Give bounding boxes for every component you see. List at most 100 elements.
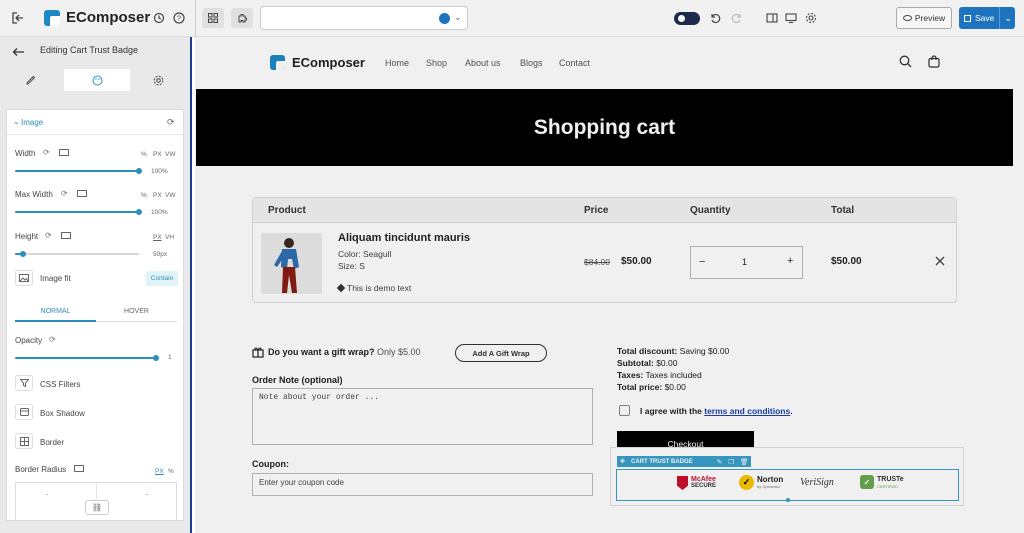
terms-checkbox[interactable] — [619, 405, 630, 416]
width-label: Width — [15, 149, 36, 158]
width-unit-px[interactable]: PX — [153, 151, 162, 158]
link-icon[interactable]: ⛓ — [85, 500, 109, 515]
layers-icon[interactable] — [765, 11, 779, 25]
section-title[interactable]: Image — [21, 118, 43, 127]
max-width-value: 100% — [151, 209, 168, 216]
desktop-icon[interactable] — [784, 11, 798, 25]
toggle-switch[interactable] — [674, 12, 700, 25]
width-device-icon[interactable] — [59, 149, 69, 156]
save-button[interactable]: Save ⌄ — [959, 7, 1015, 29]
opacity-slider[interactable] — [15, 357, 156, 359]
radius-top-right[interactable]: - — [146, 491, 148, 498]
element-toolbar: ✥ CART TRUST BADGE ✎ ❐ 🗑 — [617, 456, 752, 467]
border-radius-unit-px[interactable]: PX — [155, 468, 164, 475]
truste-check-icon: ✓ — [860, 475, 874, 489]
nav-blogs[interactable]: Blogs — [520, 58, 543, 68]
max-width-slider[interactable] — [15, 211, 139, 213]
site-brand[interactable]: EComposer — [292, 55, 365, 70]
max-width-unit-vw[interactable]: VW — [165, 192, 175, 199]
header-product: Product — [268, 205, 306, 216]
exit-icon[interactable] — [10, 10, 26, 26]
width-reset-icon[interactable]: ⟳ — [43, 148, 50, 157]
section-chevron-icon[interactable]: ⌄ — [13, 117, 20, 126]
resize-handle[interactable] — [786, 498, 790, 502]
move-handle-icon[interactable]: ✥ — [620, 458, 625, 465]
product-price: $50.00 — [621, 256, 652, 267]
redo-icon[interactable] — [730, 11, 744, 25]
max-width-slider-knob[interactable] — [136, 209, 142, 215]
add-gift-wrap-button[interactable]: Add A Gift Wrap — [455, 344, 547, 362]
width-slider-knob[interactable] — [136, 168, 142, 174]
border-radius-device-icon[interactable] — [74, 465, 84, 472]
taxes-label: Taxes: — [617, 370, 644, 380]
border-radius-unit-percent[interactable]: % — [168, 468, 174, 475]
height-value: 50px — [153, 251, 168, 258]
max-width-reset-icon[interactable]: ⟳ — [61, 189, 68, 198]
radius-top-left[interactable]: - — [46, 491, 48, 498]
product-name[interactable]: Aliquam tincidunt mauris — [338, 232, 470, 244]
help-icon[interactable]: ? — [172, 11, 186, 25]
app-name: EComposer — [66, 9, 151, 26]
edit-element-icon[interactable]: ✎ — [717, 458, 722, 466]
opacity-slider-knob[interactable] — [153, 355, 159, 361]
tab-hover[interactable]: HOVER — [96, 308, 177, 315]
height-unit-px[interactable]: PX — [153, 234, 162, 241]
max-width-device-icon[interactable] — [77, 190, 87, 197]
width-unit-vw[interactable]: VW — [165, 151, 175, 158]
opacity-reset-icon[interactable]: ⟳ — [49, 335, 56, 344]
height-device-icon[interactable] — [61, 232, 71, 239]
max-width-unit-px[interactable]: PX — [153, 192, 162, 199]
trust-badge-image[interactable]: McAfee SECURE ✓ Norton by Symantec VeriS… — [616, 469, 959, 502]
height-reset-icon[interactable]: ⟳ — [45, 231, 52, 240]
height-unit-vh[interactable]: VH — [165, 234, 174, 241]
search-icon[interactable] — [899, 55, 912, 70]
nav-home[interactable]: Home — [385, 58, 409, 68]
reset-icon[interactable]: ⟳ — [167, 117, 175, 128]
pencil-icon[interactable] — [22, 72, 38, 88]
quantity-value[interactable]: 1 — [742, 257, 747, 267]
header-total: Total — [831, 205, 855, 216]
quantity-decrease-button[interactable]: − — [699, 256, 705, 268]
quantity-increase-button[interactable]: + — [787, 255, 793, 267]
order-note-textarea[interactable]: Note about your order ... — [252, 388, 593, 445]
back-arrow-icon[interactable] — [10, 45, 26, 59]
page-status-icon — [439, 13, 450, 24]
height-slider-knob[interactable] — [20, 251, 26, 257]
terms-link[interactable]: terms and conditions — [704, 406, 790, 416]
box-shadow-option[interactable]: Box Shadow — [40, 409, 85, 418]
tab-normal[interactable]: NORMAL — [15, 308, 96, 315]
puzzle-icon[interactable] — [231, 8, 253, 28]
total-label: Total price: — [617, 382, 663, 392]
page-selector[interactable]: ⌄ — [260, 6, 468, 30]
nav-about[interactable]: About us — [465, 58, 501, 68]
product-image[interactable] — [261, 233, 322, 294]
preview-button[interactable]: Preview — [896, 7, 952, 29]
app-logo-icon — [44, 10, 60, 26]
tab-style[interactable] — [64, 69, 130, 91]
duplicate-element-icon[interactable]: ❐ — [728, 458, 734, 466]
height-slider[interactable] — [15, 253, 139, 255]
settings-gear-icon[interactable] — [804, 11, 818, 25]
verisign-logo: VeriSign — [800, 477, 834, 488]
width-slider[interactable] — [15, 170, 139, 172]
radius-bottom-right[interactable]: - — [146, 519, 148, 520]
save-dropdown-icon[interactable]: ⌄ — [1004, 13, 1012, 24]
cart-bag-icon[interactable] — [928, 55, 940, 70]
layout-grid-icon[interactable] — [202, 8, 224, 28]
nav-shop[interactable]: Shop — [426, 58, 447, 68]
tag-icon — [336, 283, 346, 293]
advanced-gear-icon[interactable] — [150, 72, 166, 88]
max-width-unit-percent[interactable]: % — [141, 192, 147, 199]
history-icon[interactable] — [152, 11, 166, 25]
radius-bottom-left[interactable]: - — [41, 519, 43, 520]
undo-icon[interactable] — [708, 11, 722, 25]
remove-item-icon[interactable] — [935, 256, 945, 268]
discount-label: Total discount: — [617, 346, 678, 356]
css-filters-option[interactable]: CSS Filters — [40, 380, 80, 389]
coupon-input[interactable]: Enter your coupon code — [252, 473, 593, 496]
image-fit-select[interactable]: Contain — [146, 271, 178, 286]
delete-element-icon[interactable]: 🗑 — [740, 458, 748, 466]
border-option[interactable]: Border — [40, 438, 64, 447]
width-unit-percent[interactable]: % — [141, 151, 147, 158]
nav-contact[interactable]: Contact — [559, 58, 590, 68]
